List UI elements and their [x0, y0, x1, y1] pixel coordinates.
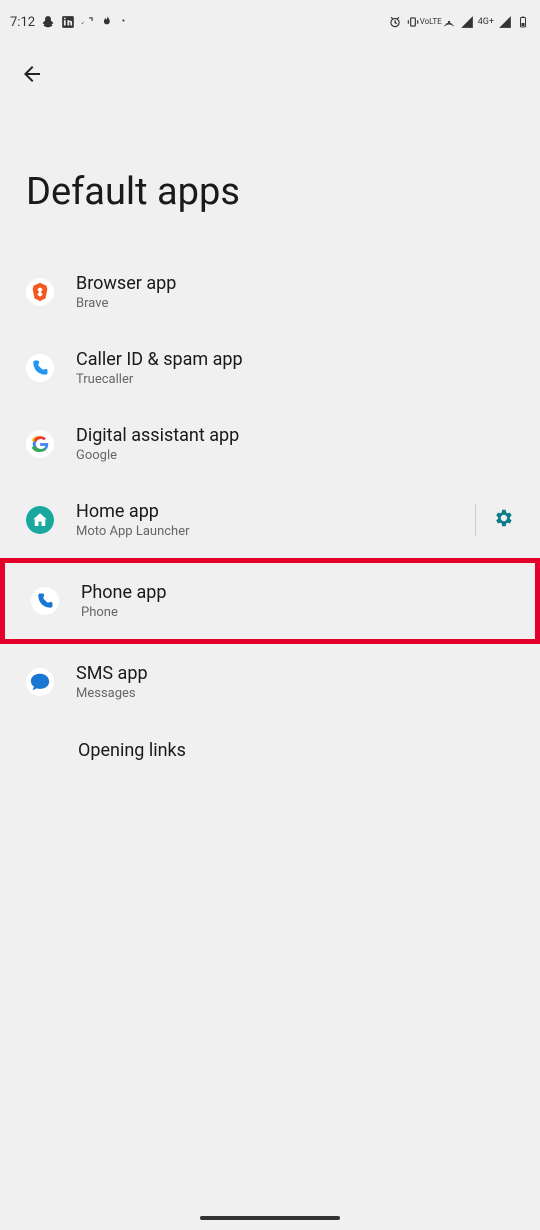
- alarm-icon: [388, 15, 402, 29]
- item-subtitle: Truecaller: [76, 372, 514, 387]
- back-arrow-icon: [20, 64, 44, 92]
- gear-icon: [492, 507, 514, 534]
- signal-icon-1: [460, 15, 474, 29]
- browser-app-item[interactable]: Browser app Brave: [0, 254, 540, 330]
- missed-call-icon: [81, 15, 95, 29]
- signal-icon-2: [498, 15, 512, 29]
- item-body: Browser app Brave: [76, 273, 514, 311]
- truecaller-icon: [26, 354, 54, 382]
- item-body: Phone app Phone: [81, 582, 509, 620]
- volte-icon: VoLTE: [424, 15, 438, 29]
- item-title: Phone app: [81, 582, 509, 603]
- page-title: Default apps: [0, 110, 540, 254]
- back-button[interactable]: [0, 44, 540, 110]
- sms-icon: [26, 668, 54, 696]
- sms-app-item[interactable]: SMS app Messages: [0, 644, 540, 720]
- item-subtitle: Messages: [76, 686, 514, 701]
- digital-assistant-app-item[interactable]: Digital assistant app Google: [0, 406, 540, 482]
- item-subtitle: Brave: [76, 296, 514, 311]
- brave-icon: [26, 278, 54, 306]
- snapchat-icon: [41, 15, 55, 29]
- item-subtitle: Moto App Launcher: [76, 524, 465, 539]
- status-bar: 7:12 · VoLTE 4G+: [0, 0, 540, 44]
- status-left: 7:12 ·: [10, 15, 126, 30]
- item-subtitle: Google: [76, 448, 514, 463]
- google-icon: [26, 430, 54, 458]
- vibrate-icon: [406, 15, 420, 29]
- default-apps-list: Browser app Brave Caller ID & spam app T…: [0, 254, 540, 783]
- opening-links-label: Opening links: [78, 740, 462, 761]
- hotspot-icon: [442, 15, 456, 29]
- status-right: VoLTE 4G+: [388, 15, 530, 29]
- item-title: Digital assistant app: [76, 425, 514, 446]
- opening-links-item[interactable]: Opening links: [0, 720, 540, 783]
- phone-app-item[interactable]: Phone app Phone: [5, 563, 535, 639]
- linkedin-icon: [61, 15, 75, 29]
- battery-icon: [516, 15, 530, 29]
- home-settings-button[interactable]: [475, 504, 514, 536]
- item-title: Caller ID & spam app: [76, 349, 514, 370]
- item-body: Home app Moto App Launcher: [76, 501, 465, 539]
- item-title: Home app: [76, 501, 465, 522]
- item-body: SMS app Messages: [76, 663, 514, 701]
- navigation-handle[interactable]: [200, 1216, 340, 1220]
- item-body: Caller ID & spam app Truecaller: [76, 349, 514, 387]
- item-title: Browser app: [76, 273, 514, 294]
- item-subtitle: Phone: [81, 605, 509, 620]
- network-type: 4G+: [478, 18, 494, 27]
- home-app-item[interactable]: Home app Moto App Launcher: [0, 482, 540, 558]
- caller-id-app-item[interactable]: Caller ID & spam app Truecaller: [0, 330, 540, 406]
- item-title: SMS app: [76, 663, 514, 684]
- status-time: 7:12: [10, 15, 35, 30]
- item-body: Digital assistant app Google: [76, 425, 514, 463]
- home-icon: [26, 506, 54, 534]
- highlight-box: Phone app Phone: [0, 558, 540, 644]
- phone-icon: [31, 587, 59, 615]
- tinder-icon: [101, 15, 115, 29]
